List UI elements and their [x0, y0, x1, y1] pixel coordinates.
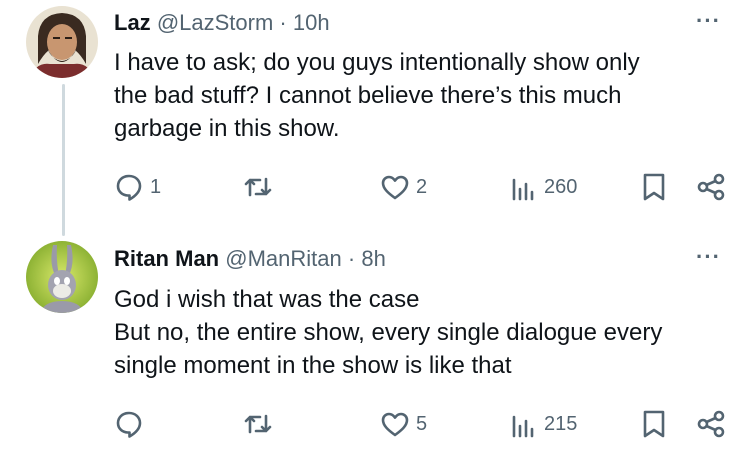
reply-count: 1	[150, 175, 162, 198]
avatar-ritan-man[interactable]	[26, 241, 98, 313]
tweet-text-line: But no, the entire show, every single di…	[114, 319, 663, 346]
tweet-text: God i wish that was the case But no, the…	[114, 283, 662, 382]
reply-icon	[114, 172, 144, 202]
views-count: 215	[544, 412, 578, 435]
views-button[interactable]: 215	[508, 406, 577, 442]
separator-dot: ·	[347, 246, 356, 271]
reply-button[interactable]	[114, 406, 150, 442]
views-icon	[508, 172, 538, 202]
tweet-text-line: I have to ask; do you guys intentionally…	[114, 49, 640, 76]
tweet-time[interactable]: 10h	[293, 10, 330, 35]
share-icon	[696, 409, 726, 439]
bookmark-button[interactable]	[640, 169, 668, 205]
like-button[interactable]: 2	[380, 169, 427, 205]
like-icon	[380, 172, 410, 202]
reply-icon	[114, 409, 144, 439]
like-count: 2	[416, 175, 428, 198]
retweet-icon	[242, 172, 274, 202]
avatar-laz[interactable]	[26, 6, 98, 78]
share-button[interactable]	[696, 169, 726, 205]
author-handle[interactable]: @LazStorm	[157, 10, 273, 35]
share-button[interactable]	[696, 406, 726, 442]
author-handle[interactable]: @ManRitan	[225, 246, 342, 271]
views-button[interactable]: 260	[508, 169, 577, 205]
tweet-text-line: single moment in the show is like that	[114, 352, 512, 379]
share-icon	[696, 172, 726, 202]
retweet-icon	[242, 409, 274, 439]
bookmark-button[interactable]	[640, 406, 668, 442]
tweet-actions: 5 215	[114, 406, 732, 442]
thread-line	[62, 84, 65, 236]
tweet-text-line: garbage in this show.	[114, 115, 340, 142]
more-options-button[interactable]: ···	[696, 244, 721, 270]
tweet-header: Ritan Man @ManRitan · 8h	[114, 246, 386, 272]
like-count: 5	[416, 412, 428, 435]
tweet-actions: 1 2 260	[114, 169, 732, 205]
bookmark-icon	[640, 172, 668, 202]
tweet-text: I have to ask; do you guys intentionally…	[114, 46, 640, 145]
tweet-header: Laz @LazStorm · 10h	[114, 10, 330, 36]
more-options-button[interactable]: ···	[696, 8, 721, 34]
tweet-text-line: God i wish that was the case	[114, 286, 420, 313]
reply-button[interactable]: 1	[114, 169, 161, 205]
tweet-text-line: the bad stuff? I cannot believe there’s …	[114, 82, 622, 109]
tweet-time[interactable]: 8h	[361, 246, 385, 271]
views-count: 260	[544, 175, 578, 198]
author-name[interactable]: Laz	[114, 10, 151, 35]
separator-dot: ·	[279, 10, 287, 35]
retweet-button[interactable]	[242, 406, 280, 442]
views-icon	[508, 409, 538, 439]
like-icon	[380, 409, 410, 439]
like-button[interactable]: 5	[380, 406, 427, 442]
author-name[interactable]: Ritan Man	[114, 246, 219, 271]
retweet-button[interactable]	[242, 169, 280, 205]
bookmark-icon	[640, 409, 668, 439]
